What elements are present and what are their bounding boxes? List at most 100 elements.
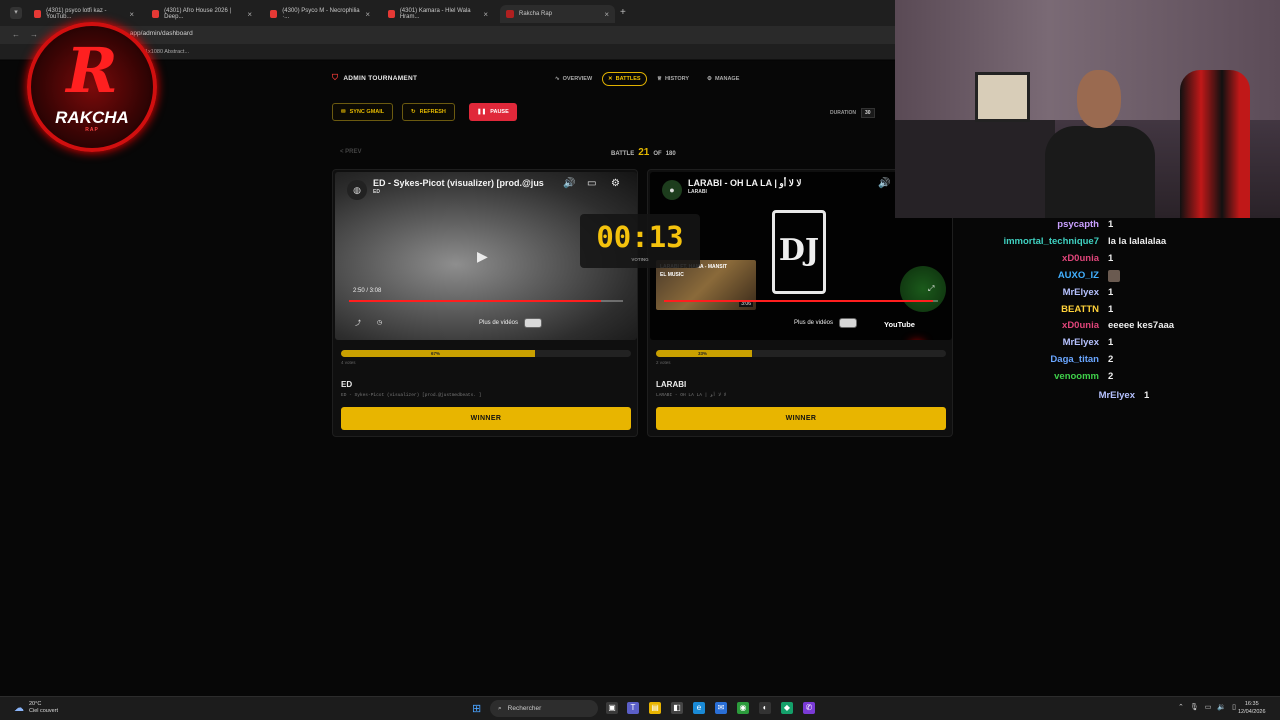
webcam-feed xyxy=(895,0,1280,218)
chat-message: MrElyex 1 xyxy=(960,337,1280,351)
browser-tab-active[interactable]: Rakcha Rap × xyxy=(500,5,615,23)
chat-username[interactable]: immortal_technique7 xyxy=(1003,236,1099,247)
chat-username[interactable]: AUXO_IZ xyxy=(1058,270,1099,281)
rakcha-logo: R RAKCHA RAP xyxy=(27,22,157,152)
winner-button[interactable]: WINNER xyxy=(656,407,946,430)
store-icon[interactable]: ◧ xyxy=(671,702,683,714)
chat-username[interactable]: xD0unia xyxy=(1062,253,1099,264)
windows-taskbar: ☁ 20°C Ciel couvert ⊞ ⌕ Rechercher ▣ T ▤… xyxy=(0,696,1280,720)
windows-start-icon[interactable]: ⊞ xyxy=(472,702,484,715)
teams-icon[interactable]: T xyxy=(627,702,639,714)
more-videos-thumb[interactable] xyxy=(524,318,543,328)
play-icon[interactable]: ▶ xyxy=(477,248,499,270)
mail-app-icon[interactable]: ✉ xyxy=(715,702,727,714)
chat-username[interactable]: BEATTN xyxy=(1061,304,1099,315)
more-videos-label[interactable]: Plus de vidéos xyxy=(479,320,518,326)
chat-text: 1 xyxy=(1108,252,1114,264)
close-tab-icon[interactable]: × xyxy=(365,10,370,19)
youtube-favicon-icon xyxy=(270,10,278,18)
chat-username[interactable]: MrElyex xyxy=(1099,390,1135,401)
settings-icon[interactable]: ⚙ xyxy=(611,178,620,189)
timer-value: 00:13 xyxy=(596,220,684,254)
chat-username[interactable]: venoomm xyxy=(1054,371,1099,382)
share-icon[interactable]: ⤴ xyxy=(355,318,361,327)
fullscreen-icon[interactable]: ⤢ xyxy=(928,284,934,294)
browser-tab[interactable]: (4301) Kamara - Hlel Wala Hram... × xyxy=(382,5,494,23)
nav-history[interactable]: ♕ HISTORY xyxy=(652,72,694,86)
new-tab-button[interactable]: + xyxy=(620,7,626,18)
obs-icon[interactable]: ◐ xyxy=(759,702,771,714)
nav-battles[interactable]: ✕ BATTLES xyxy=(602,72,647,86)
volume-icon[interactable]: 🔊 xyxy=(878,178,890,189)
chat-text: 1 xyxy=(1108,219,1114,230)
sync-gmail-button[interactable]: ✉ SYNC GMAIL xyxy=(332,103,394,121)
chat-message: xD0unia eeeee kes7aaa xyxy=(960,320,1280,334)
monitor-icon[interactable]: ▭ xyxy=(1205,703,1212,711)
chat-username[interactable]: xD0unia xyxy=(1062,320,1099,331)
contender-track: LARABI - OH LA LA | لا لا أو xyxy=(656,393,727,398)
weather-widget[interactable]: ☁ 20°C Ciel couvert xyxy=(14,701,58,715)
chat-username[interactable]: psycapth xyxy=(1057,219,1099,230)
video-title[interactable]: ED - Sykes-Picot (visualizer) [prod.@jus xyxy=(373,178,544,188)
chat-message: BEATTN 1 xyxy=(960,304,1280,318)
pause-button[interactable]: ❚❚ PAUSE xyxy=(469,103,517,121)
chat-message: xD0unia 1 xyxy=(960,253,1280,267)
tab-search-button[interactable]: ▾ xyxy=(10,7,22,19)
suggested-channel-avatar[interactable] xyxy=(900,266,946,312)
chat-text xyxy=(1108,269,1120,282)
more-videos-label[interactable]: Plus de vidéos xyxy=(794,320,833,326)
nav-overview[interactable]: ∿ OVERVIEW xyxy=(550,72,597,86)
chat-username[interactable]: MrElyex xyxy=(1063,287,1099,298)
taskbar-search[interactable]: ⌕ Rechercher xyxy=(490,700,598,717)
chat-username[interactable]: Daga_titan xyxy=(1050,354,1099,365)
captions-icon[interactable]: ▭ xyxy=(587,178,596,189)
browser-tab[interactable]: (4300) Psyco M - Necrophilia ·... × xyxy=(264,5,376,23)
duration-input[interactable]: 30 xyxy=(861,108,875,118)
prev-button[interactable]: < PREV xyxy=(340,149,362,155)
close-tab-icon[interactable]: × xyxy=(247,10,252,19)
task-view-icon[interactable]: ▣ xyxy=(606,702,618,714)
more-videos-thumb[interactable] xyxy=(839,318,858,328)
close-tab-icon[interactable]: × xyxy=(483,10,488,19)
mic-icon[interactable]: 🎙 xyxy=(1190,703,1199,711)
dj-logo: DJ xyxy=(772,210,826,294)
messenger-icon[interactable]: ✆ xyxy=(803,702,815,714)
chrome-icon[interactable]: ◉ xyxy=(737,702,749,714)
chat-message: venoomm 2 xyxy=(960,371,1280,385)
video-channel: ED xyxy=(373,189,380,195)
browser-tab[interactable]: (4301) Afro House 2026 | Deep... × xyxy=(146,5,258,23)
battery-icon[interactable]: ▯ xyxy=(1232,703,1236,711)
chat-username[interactable]: MrElyex xyxy=(1063,337,1099,348)
video-progress-bar[interactable] xyxy=(664,300,938,302)
taskbar-clock[interactable]: 16:35 12/04/2026 xyxy=(1238,700,1266,716)
back-icon[interactable]: ← xyxy=(12,30,20,39)
channel-avatar: ● xyxy=(662,180,682,200)
winner-button[interactable]: WINNER xyxy=(341,407,631,430)
rakcha-favicon-icon xyxy=(506,10,514,18)
file-explorer-icon[interactable]: ▤ xyxy=(649,702,661,714)
chat-message: AUXO_IZ xyxy=(960,269,1280,284)
refresh-button[interactable]: ↻ REFRESH xyxy=(402,103,455,121)
volume-icon[interactable]: 🔊 xyxy=(563,178,575,189)
youtube-favicon-icon xyxy=(34,10,42,18)
nav-manage[interactable]: ⚙ MANAGE xyxy=(702,72,744,86)
chat-text: la la lalalalaa xyxy=(1108,235,1167,247)
close-tab-icon[interactable]: × xyxy=(129,10,134,19)
video-progress-bar[interactable] xyxy=(349,300,623,302)
chat-message: immortal_technique7 la la lalalalaa xyxy=(960,236,1280,250)
close-tab-icon[interactable]: × xyxy=(604,10,609,19)
browser-tab[interactable]: (4301) psyco lotfi kaz - YouTub... × xyxy=(28,5,140,23)
chat-text: 1 xyxy=(1108,303,1114,315)
refresh-icon: ↻ xyxy=(411,109,416,115)
video-title[interactable]: LARABI - OH LA LA | لا لا أو xyxy=(688,178,801,189)
chat-text: eeeee kes7aaa xyxy=(1108,320,1175,332)
contender-track: ED - Sykes-Picot (visualizer) [prod.@jus… xyxy=(341,393,482,398)
volume-icon[interactable]: 🔉 xyxy=(1217,703,1226,711)
watch-later-icon[interactable]: ◷ xyxy=(377,319,382,326)
edge-icon[interactable]: e xyxy=(693,702,705,714)
youtube-logo[interactable]: ▶ YouTube xyxy=(884,320,915,329)
chevron-up-icon[interactable]: ⌃ xyxy=(1178,703,1184,711)
chat-text: 2 xyxy=(1108,354,1114,366)
trophy-icon: ♕ xyxy=(657,76,662,82)
app-icon[interactable]: ◆ xyxy=(781,702,793,714)
